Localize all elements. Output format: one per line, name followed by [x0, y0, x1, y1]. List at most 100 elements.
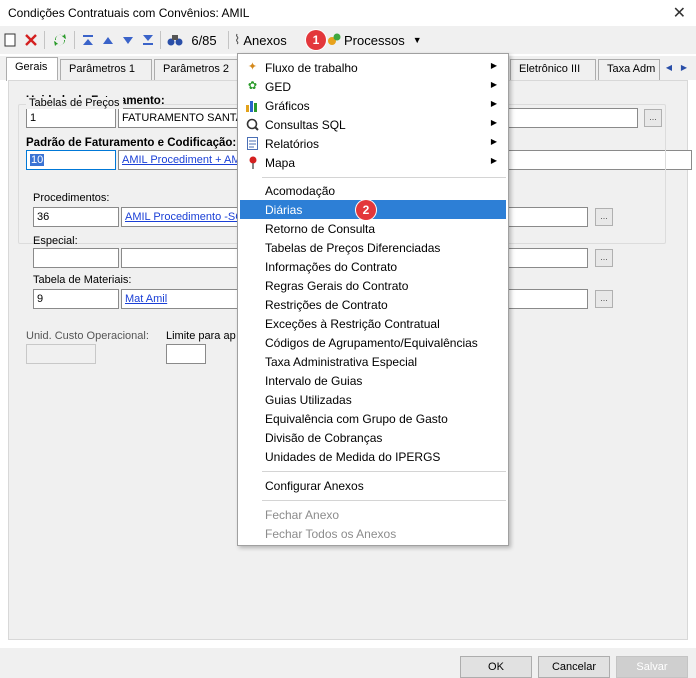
- toolbar: 6/85 ⌇ Anexos 1 Processos ▼: [0, 26, 696, 54]
- report-icon: [246, 137, 259, 150]
- menu-separator: [262, 471, 506, 472]
- menu-item-label: GED: [265, 79, 292, 94]
- previous-record-icon[interactable]: [100, 30, 116, 50]
- title-bar: Condições Contratuais com Convênios: AMI…: [0, 0, 696, 26]
- tab-parametros-2[interactable]: Parâmetros 2: [154, 59, 238, 80]
- especial-name-field[interactable]: [121, 248, 240, 268]
- ged-icon: ✿: [247, 80, 258, 92]
- menu-item-label: Fluxo de trabalho: [265, 60, 358, 75]
- materiais-extra-field[interactable]: [508, 289, 588, 309]
- menu-item-graficos[interactable]: Gráficos ▶: [240, 96, 506, 115]
- ok-button[interactable]: OK: [460, 656, 532, 678]
- tab-eletronico-iii[interactable]: Eletrônico III: [510, 59, 596, 80]
- menu-item-unidades-medida-ipergs[interactable]: Unidades de Medida do IPERGS: [240, 447, 506, 466]
- refresh-icon[interactable]: [50, 30, 70, 50]
- limite-label: Limite para ap: [166, 330, 236, 342]
- tab-parametros-1[interactable]: Parâmetros 1: [60, 59, 152, 80]
- limite-field[interactable]: [166, 344, 206, 364]
- tab-scroll-left-icon[interactable]: ◀: [662, 59, 676, 75]
- processos-label: Processos: [344, 32, 405, 48]
- menu-item-intervalo-guias[interactable]: Intervalo de Guias: [240, 371, 506, 390]
- menu-item-fechar-todos-anexos: Fechar Todos os Anexos: [265, 526, 397, 541]
- tab-taxa-adm[interactable]: Taxa Adm: [598, 59, 660, 80]
- menu-item-label: Mapa: [265, 155, 296, 170]
- menu-item-fechar-anexo: Fechar Anexo: [265, 507, 340, 522]
- menu-item-excecoes-restricao[interactable]: Exceções à Restrição Contratual: [240, 314, 506, 333]
- step-badge-2: 2: [356, 200, 376, 220]
- tab-scroll-right-icon[interactable]: ▶: [677, 59, 691, 75]
- menu-item-equivalencia-grupo-gasto[interactable]: Equivalência com Grupo de Gasto: [240, 409, 506, 428]
- menu-item-retorno-consulta[interactable]: Retorno de Consulta: [240, 219, 506, 238]
- tab-gerais[interactable]: Gerais: [6, 57, 58, 81]
- menu-item-tabelas-precos-diferenciadas[interactable]: Tabelas de Preços Diferenciadas: [240, 238, 506, 257]
- procedimentos-extra-field[interactable]: [508, 207, 588, 227]
- menu-separator: [262, 500, 506, 501]
- menu-separator: [262, 177, 506, 178]
- menu-item-ged[interactable]: ✿ GED ▶: [240, 77, 506, 96]
- materiais-code-field[interactable]: 9: [33, 289, 119, 309]
- materiais-lookup-button[interactable]: ...: [595, 290, 613, 308]
- workflow-icon: ✦: [247, 61, 258, 73]
- sql-query-icon: [246, 118, 259, 131]
- submenu-arrow-icon: ▶: [490, 137, 497, 146]
- menu-item-divisao-cobrancas[interactable]: Divisão de Cobranças: [240, 428, 506, 447]
- materiais-label: Tabela de Materiais:: [33, 274, 132, 286]
- menu-item-regras-gerais[interactable]: Regras Gerais do Contrato: [240, 276, 506, 295]
- menu-item-fluxo[interactable]: ✦ Fluxo de trabalho ▶: [240, 58, 506, 77]
- menu-item-informacoes-contrato[interactable]: Informações do Contrato: [240, 257, 506, 276]
- toolbar-separator: [44, 31, 45, 49]
- footer-bar: OK Cancelar Salvar: [0, 648, 696, 678]
- binoculars-search-icon[interactable]: [166, 30, 184, 50]
- menu-item-restricoes-contrato[interactable]: Restrições de Contrato: [240, 295, 506, 314]
- especial-extra-field[interactable]: [508, 248, 588, 268]
- delete-icon[interactable]: [22, 30, 40, 50]
- menu-item-label: Consultas SQL: [265, 117, 346, 132]
- procedimentos-name-field[interactable]: AMIL Procedimento -SCC: [121, 207, 240, 227]
- menu-item-relatorios[interactable]: Relatórios ▶: [240, 134, 506, 153]
- window-title: Condições Contratuais com Convênios: AMI…: [8, 6, 250, 20]
- menu-item-consultas-sql[interactable]: Consultas SQL ▶: [240, 115, 506, 134]
- save-button: Salvar: [616, 656, 688, 678]
- menu-item-mapa[interactable]: Mapa ▶: [240, 153, 506, 172]
- menu-item-taxa-administrativa[interactable]: Taxa Administrativa Especial: [240, 352, 506, 371]
- menu-item-guias-utilizadas[interactable]: Guias Utilizadas: [240, 390, 506, 409]
- submenu-arrow-icon: ▶: [490, 61, 497, 70]
- especial-lookup-button[interactable]: ...: [595, 249, 613, 267]
- toolbar-separator: [228, 31, 229, 49]
- first-record-icon[interactable]: [80, 30, 96, 50]
- cancel-button[interactable]: Cancelar: [538, 656, 610, 678]
- unid-custo-field: [26, 344, 96, 364]
- menu-item-label: Gráficos: [265, 98, 310, 113]
- submenu-arrow-icon: ▶: [490, 156, 497, 165]
- anexos-label: Anexos: [243, 32, 287, 48]
- submenu-arrow-icon: ▶: [490, 99, 497, 108]
- especial-code-field[interactable]: [33, 248, 119, 268]
- procedimentos-code-field[interactable]: 36: [33, 207, 119, 227]
- tabelas-precos-title: Tabelas de Preços: [26, 97, 123, 109]
- new-record-icon[interactable]: [2, 30, 18, 50]
- last-record-icon[interactable]: [140, 30, 156, 50]
- map-pin-icon: [246, 156, 259, 169]
- menu-item-codigos-agrupamento[interactable]: Códigos de Agrupamento/Equivalências: [240, 333, 506, 352]
- chevron-down-icon: ▼: [412, 35, 422, 45]
- processos-button[interactable]: Processos ▼: [327, 30, 423, 50]
- menu-item-configurar-anexos[interactable]: Configurar Anexos: [240, 476, 506, 495]
- process-gears-icon: [327, 32, 341, 49]
- materiais-name-field[interactable]: Mat Amil: [121, 289, 240, 309]
- especial-label: Especial:: [33, 235, 78, 247]
- toolbar-separator: [74, 31, 75, 49]
- procedimentos-lookup-button[interactable]: ...: [595, 208, 613, 226]
- step-badge-1: 1: [306, 30, 326, 50]
- procedimentos-label: Procedimentos:: [33, 192, 110, 204]
- paperclip-icon: ⌇: [234, 32, 241, 47]
- submenu-arrow-icon: ▶: [490, 80, 497, 89]
- unid-custo-label: Unid. Custo Operacional:: [26, 330, 149, 342]
- menu-item-acomodacao[interactable]: Acomodação: [240, 181, 506, 200]
- next-record-icon[interactable]: [120, 30, 136, 50]
- anexos-button[interactable]: ⌇ Anexos: [234, 30, 304, 50]
- menu-item-label: Relatórios: [265, 136, 320, 151]
- close-icon[interactable]: ✕: [673, 3, 686, 23]
- toolbar-separator: [160, 31, 161, 49]
- submenu-arrow-icon: ▶: [490, 118, 497, 127]
- record-counter: 6/85: [191, 32, 217, 48]
